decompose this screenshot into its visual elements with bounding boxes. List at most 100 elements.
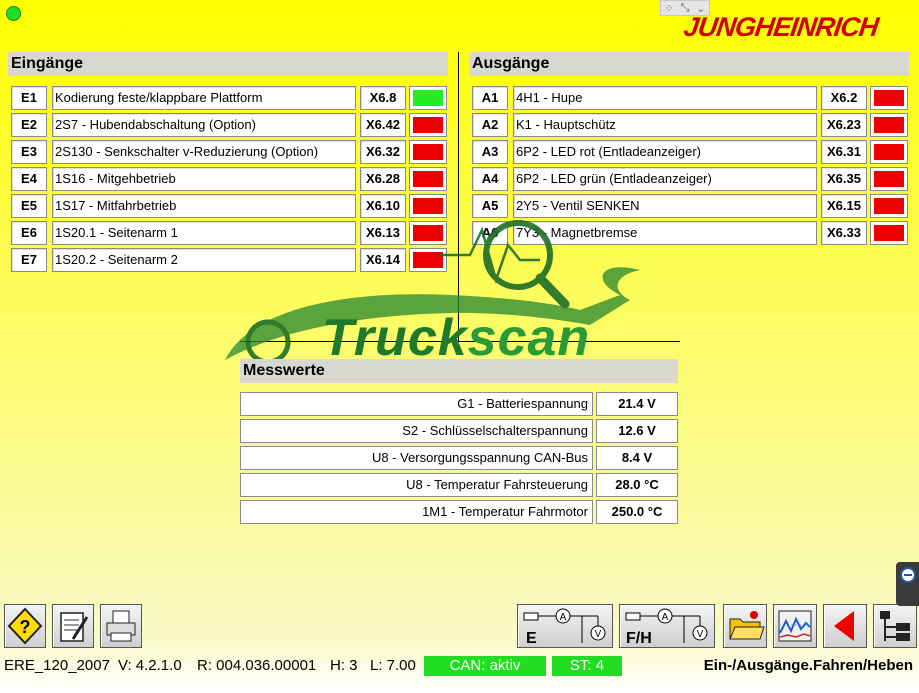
output-row: A1 4H1 - Hupe X6.2 [469,86,909,110]
output-row: A5 2Y5 - Ventil SENKEN X6.15 [469,194,909,218]
signal-description: 2S130 - Senkschalter v-Reduzierung (Opti… [52,140,356,164]
input-row: E1 Kodierung feste/klappbare Plattform X6.… [8,86,448,110]
signal-code: A4 [472,167,508,191]
output-row: A4 6P2 - LED grün (Entladeanzeiger) X6.35 [469,167,909,191]
status-led [409,113,447,137]
connector-pin: X6.8 [360,86,406,110]
side-panel-tab[interactable] [896,562,919,606]
input-row: E6 1S20.1 - Seitenarm 1 X6.13 [8,221,448,245]
measurement-label: U8 - Temperatur Fahrsteuerung [240,473,593,497]
brand-logo: JUNGHEINRICH [681,12,880,42]
measurement-row: U8 - Versorgungsspannung CAN-Bus 8.4 V [240,446,678,470]
svg-text:A: A [662,612,669,623]
status-led [870,167,908,191]
status-led [409,140,447,164]
status-led [870,140,908,164]
status-led-fill [874,225,904,241]
status-led [409,194,447,218]
status-led-fill [413,117,443,133]
signal-description: 1S16 - Mitgehbetrieb [52,167,356,191]
oscilloscope-button[interactable] [773,604,817,648]
input-row: E5 1S17 - Mitfahrbetrieb X6.10 [8,194,448,218]
inputs-view-button[interactable]: A V E [517,604,613,648]
help-button[interactable]: ? [4,604,46,648]
hardware-version: H: 3 [330,657,358,674]
measurement-label: G1 - Batteriespannung [240,392,593,416]
signal-code: E2 [11,113,47,137]
collapse-circle-icon [900,567,916,583]
measurement-value: 12.6 V [596,419,678,443]
signal-code: E4 [11,167,47,191]
signal-description: 2Y5 - Ventil SENKEN [513,194,817,218]
signal-code: A6 [472,221,508,245]
svg-text:?: ? [20,617,31,637]
measurement-label: S2 - Schlüsselschalterspannung [240,419,593,443]
status-led-fill [874,144,904,160]
measurement-value: 8.4 V [596,446,678,470]
measurement-row: G1 - Batteriespannung 21.4 V [240,392,678,416]
ecu-name: ERE_120_2007 [4,657,110,674]
status-led [409,248,447,272]
open-folder-button[interactable] [723,604,767,648]
status-led-fill [874,198,904,214]
connector-pin: X6.23 [821,113,867,137]
signal-code: A5 [472,194,508,218]
status-led-fill [413,198,443,214]
drive-lift-view-button[interactable]: A V F/H [619,604,715,648]
output-row: A6 7Y3 - Magnetbremse X6.33 [469,221,909,245]
input-row: E2 2S7 - Hubendabschaltung (Option) X6.42 [8,113,448,137]
signal-code: E3 [11,140,47,164]
signal-code: E1 [11,86,47,110]
tree-menu-button[interactable] [873,604,917,648]
measurement-value: 28.0 °C [596,473,678,497]
divider-vertical [458,52,459,342]
help-diamond-icon: ? [7,607,43,645]
signal-description: 4H1 - Hupe [513,86,817,110]
status-led [409,221,447,245]
measurement-value: 250.0 °C [596,500,678,524]
measurement-label: U8 - Versorgungsspannung CAN-Bus [240,446,593,470]
connector-pin: X6.15 [821,194,867,218]
measurement-row: U8 - Temperatur Fahrsteuerung 28.0 °C [240,473,678,497]
connector-pin: X6.10 [360,194,406,218]
signal-code: E7 [11,248,47,272]
tree-icon [880,611,910,641]
signal-description: 6P2 - LED rot (Entladeanzeiger) [513,140,817,164]
status-led [870,194,908,218]
connector-pin: X6.32 [360,140,406,164]
signal-description: K1 - Hauptschütz [513,113,817,137]
measurement-row: S2 - Schlüsselschalterspannung 12.6 V [240,419,678,443]
connector-pin: X6.31 [821,140,867,164]
svg-text:V: V [697,629,704,640]
input-row: E4 1S16 - Mitgehbetrieb X6.28 [8,167,448,191]
signal-description: 6P2 - LED grün (Entladeanzeiger) [513,167,817,191]
measurement-label: 1M1 - Temperatur Fahrmotor [240,500,593,524]
output-row: A3 6P2 - LED rot (Entladeanzeiger) X6.31 [469,140,909,164]
release-number: R: 004.036.00001 [197,657,317,674]
input-row: E3 2S130 - Senkschalter v-Reduzierung (Op… [8,140,448,164]
print-button[interactable] [100,604,142,648]
connection-status-dot [6,6,21,21]
svg-text:A: A [560,612,567,623]
signal-description: 1S20.1 - Seitenarm 1 [52,221,356,245]
folder-icon [729,611,765,640]
status-led-fill [874,171,904,187]
measurement-value: 21.4 V [596,392,678,416]
status-led-fill [413,225,443,241]
status-led [409,86,447,110]
status-led-fill [874,117,904,133]
connector-pin: X6.42 [360,113,406,137]
grid-icon[interactable]: ⁘ [664,2,673,15]
signal-code: A2 [472,113,508,137]
status-led-fill [874,90,904,106]
notes-button[interactable] [52,604,94,648]
software-version: V: 4.2.1.0 [118,657,182,674]
status-led-fill [413,90,443,106]
connector-pin: X6.2 [821,86,867,110]
status-led-fill [413,252,443,268]
connector-pin: X6.35 [821,167,867,191]
signal-code: A3 [472,140,508,164]
back-button[interactable] [823,604,867,648]
back-arrow-icon [834,611,854,641]
signal-code: E5 [11,194,47,218]
